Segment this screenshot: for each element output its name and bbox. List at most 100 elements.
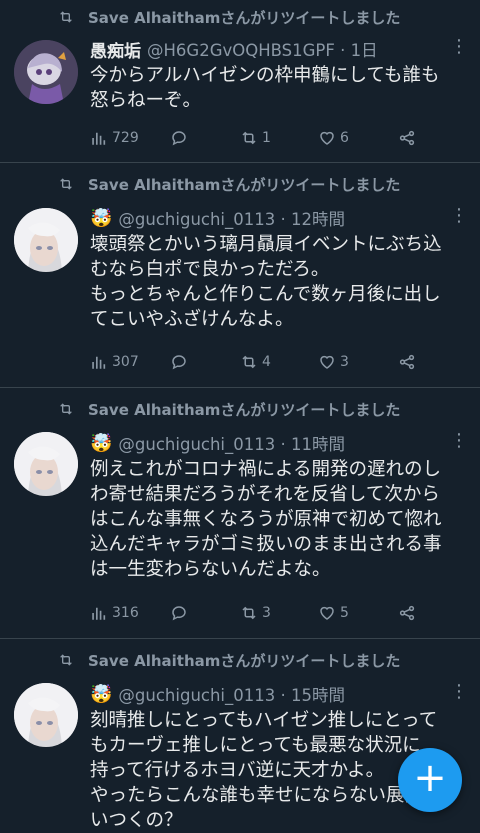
anime-character-avatar — [14, 40, 78, 104]
share-button[interactable] — [398, 129, 428, 147]
share-icon — [399, 354, 415, 370]
retweet-icon — [60, 11, 72, 23]
like-button[interactable]: 6 — [318, 129, 398, 147]
white-haired-girl-avatar — [14, 683, 78, 747]
retweet-indicator: Save Alhaithamさんがリツイートしました — [56, 6, 400, 28]
retweet-button[interactable]: 4 — [240, 353, 318, 371]
text-line: は一生変わらないんだよな。 — [90, 559, 331, 580]
retweet-button[interactable]: 1 — [240, 129, 318, 147]
tweet-header: 🤯 @guchiguchi_0113 · 11時間 — [90, 431, 468, 455]
reply-icon — [172, 131, 186, 146]
tweet-header: 🤯 @guchiguchi_0113 · 12時間 — [90, 206, 468, 230]
tweet-text: 今からアルハイゼンの枠申鶴にしても誰も 怒らねーぞ。 — [90, 63, 468, 113]
retweet-count: 1 — [262, 130, 271, 146]
like-count: 5 — [340, 605, 349, 621]
text-line: 壊頭祭とかいう璃月贔屓イベントにぶち込 — [90, 234, 442, 255]
reply-button[interactable] — [170, 353, 240, 371]
handle-and-time[interactable]: @H6G2GvOQHBS1GPF · 1日 — [147, 37, 378, 61]
like-icon — [320, 355, 334, 369]
action-bar: 729 1 6 — [90, 127, 450, 149]
views-button[interactable]: 316 — [90, 604, 170, 622]
avatar[interactable] — [14, 208, 78, 272]
handle-and-time[interactable]: @guchiguchi_0113 · 11時間 — [118, 431, 345, 455]
retweet-icon — [242, 606, 256, 620]
retweet-icon — [60, 654, 72, 666]
text-line: はこんな事無くなろうが原神で初めて惚れ — [90, 509, 442, 530]
views-count: 729 — [112, 130, 139, 146]
like-count: 3 — [340, 354, 349, 370]
white-haired-girl-avatar — [14, 432, 78, 496]
handle-and-time[interactable]: @guchiguchi_0113 · 12時間 — [118, 206, 345, 230]
avatar[interactable] — [14, 432, 78, 496]
retweet-label: Save Alhaithamさんがリツイートしました — [88, 651, 401, 670]
like-count: 6 — [340, 130, 349, 146]
share-icon — [399, 605, 415, 621]
views-icon — [92, 607, 106, 620]
share-button[interactable] — [398, 604, 428, 622]
views-icon — [92, 132, 106, 145]
retweet-count: 4 — [262, 354, 271, 370]
tweet[interactable]: Save Alhaithamさんがリツイートしました 愚痴垢 @H6G2GvOQ… — [0, 0, 480, 163]
compose-tweet-button[interactable]: + — [398, 748, 462, 812]
avatar[interactable] — [14, 683, 78, 747]
tweet-header: 愚痴垢 @H6G2GvOQHBS1GPF · 1日 — [90, 37, 468, 62]
reply-icon — [172, 355, 186, 370]
reply-button[interactable] — [170, 604, 240, 622]
timeline: Save Alhaithamさんがリツイートしました 愚痴垢 @H6G2GvOQ… — [0, 0, 480, 833]
text-line: 今からアルハイゼンの枠申鶴にしても誰も — [90, 65, 440, 86]
more-icon[interactable]: ⋮ — [450, 681, 468, 702]
more-icon[interactable]: ⋮ — [450, 430, 468, 451]
retweet-icon — [60, 178, 72, 190]
reply-button[interactable] — [170, 129, 240, 147]
text-line: 込んだキャラがゴミ扱いのまま出される事 — [90, 534, 442, 555]
more-icon[interactable]: ⋮ — [450, 36, 468, 57]
display-name[interactable]: 愚痴垢 — [90, 37, 141, 62]
handle-and-time[interactable]: @guchiguchi_0113 · 15時間 — [118, 682, 345, 706]
like-icon — [320, 131, 334, 145]
retweet-icon — [242, 131, 256, 145]
views-count: 316 — [112, 605, 139, 621]
text-line: 刻晴推しにとってもハイゼン推しにとって — [90, 710, 438, 731]
text-line: いつくの？ — [90, 810, 183, 831]
action-bar: 316 3 5 — [90, 602, 450, 624]
text-line: わ寄せ結果だろうがそれを反省して次から — [90, 484, 440, 505]
retweet-icon — [242, 355, 256, 369]
like-icon — [320, 606, 334, 620]
retweet-label: Save Alhaithamさんがリツイートしました — [88, 400, 401, 419]
tweet[interactable]: Save Alhaithamさんがリツイートしました 🤯 @guchiguchi… — [0, 163, 480, 388]
views-button[interactable]: 729 — [90, 129, 170, 147]
white-haired-girl-avatar — [14, 208, 78, 272]
tweet[interactable]: Save Alhaithamさんがリツイートしました 🤯 @guchiguchi… — [0, 388, 480, 639]
tweet-text: 壊頭祭とかいう璃月贔屓イベントにぶち込 むなら白ポで良かっただろ。 もっとちゃん… — [90, 232, 468, 332]
plus-icon: + — [413, 755, 447, 801]
text-line: 怒らねーぞ。 — [90, 90, 202, 111]
share-icon — [399, 130, 415, 146]
avatar[interactable] — [14, 40, 78, 104]
action-bar: 307 4 3 — [90, 351, 450, 373]
reply-icon — [172, 606, 186, 621]
text-line: もっとちゃんと作りこんで数ヶ月後に出し — [90, 284, 441, 305]
exploding-head-emoji: 🤯 — [90, 207, 113, 229]
retweet-indicator: Save Alhaithamさんがリツイートしました — [56, 649, 400, 671]
retweet-count: 3 — [262, 605, 271, 621]
exploding-head-emoji: 🤯 — [90, 432, 113, 454]
retweet-indicator: Save Alhaithamさんがリツイートしました — [56, 173, 400, 195]
share-button[interactable] — [398, 353, 428, 371]
views-button[interactable]: 307 — [90, 353, 170, 371]
retweet-button[interactable]: 3 — [240, 604, 318, 622]
like-button[interactable]: 5 — [318, 604, 398, 622]
text-line: てこいやふざけんなよ。 — [90, 309, 294, 330]
retweet-label: Save Alhaithamさんがリツイートしました — [88, 175, 401, 194]
tweet-header: 🤯 @guchiguchi_0113 · 15時間 — [90, 682, 468, 706]
views-count: 307 — [112, 354, 139, 370]
more-icon[interactable]: ⋮ — [450, 205, 468, 226]
retweet-label: Save Alhaithamさんがリツイートしました — [88, 8, 401, 27]
like-button[interactable]: 3 — [318, 353, 398, 371]
retweet-indicator: Save Alhaithamさんがリツイートしました — [56, 398, 400, 420]
retweet-icon — [60, 403, 72, 415]
exploding-head-emoji: 🤯 — [90, 683, 113, 705]
text-line: 例えこれがコロナ禍による開発の遅れのし — [90, 459, 441, 480]
views-icon — [92, 356, 106, 369]
text-line: むなら白ポで良かっただろ。 — [90, 259, 330, 280]
tweet-text: 例えこれがコロナ禍による開発の遅れのし わ寄せ結果だろうがそれを反省して次から … — [90, 457, 468, 582]
